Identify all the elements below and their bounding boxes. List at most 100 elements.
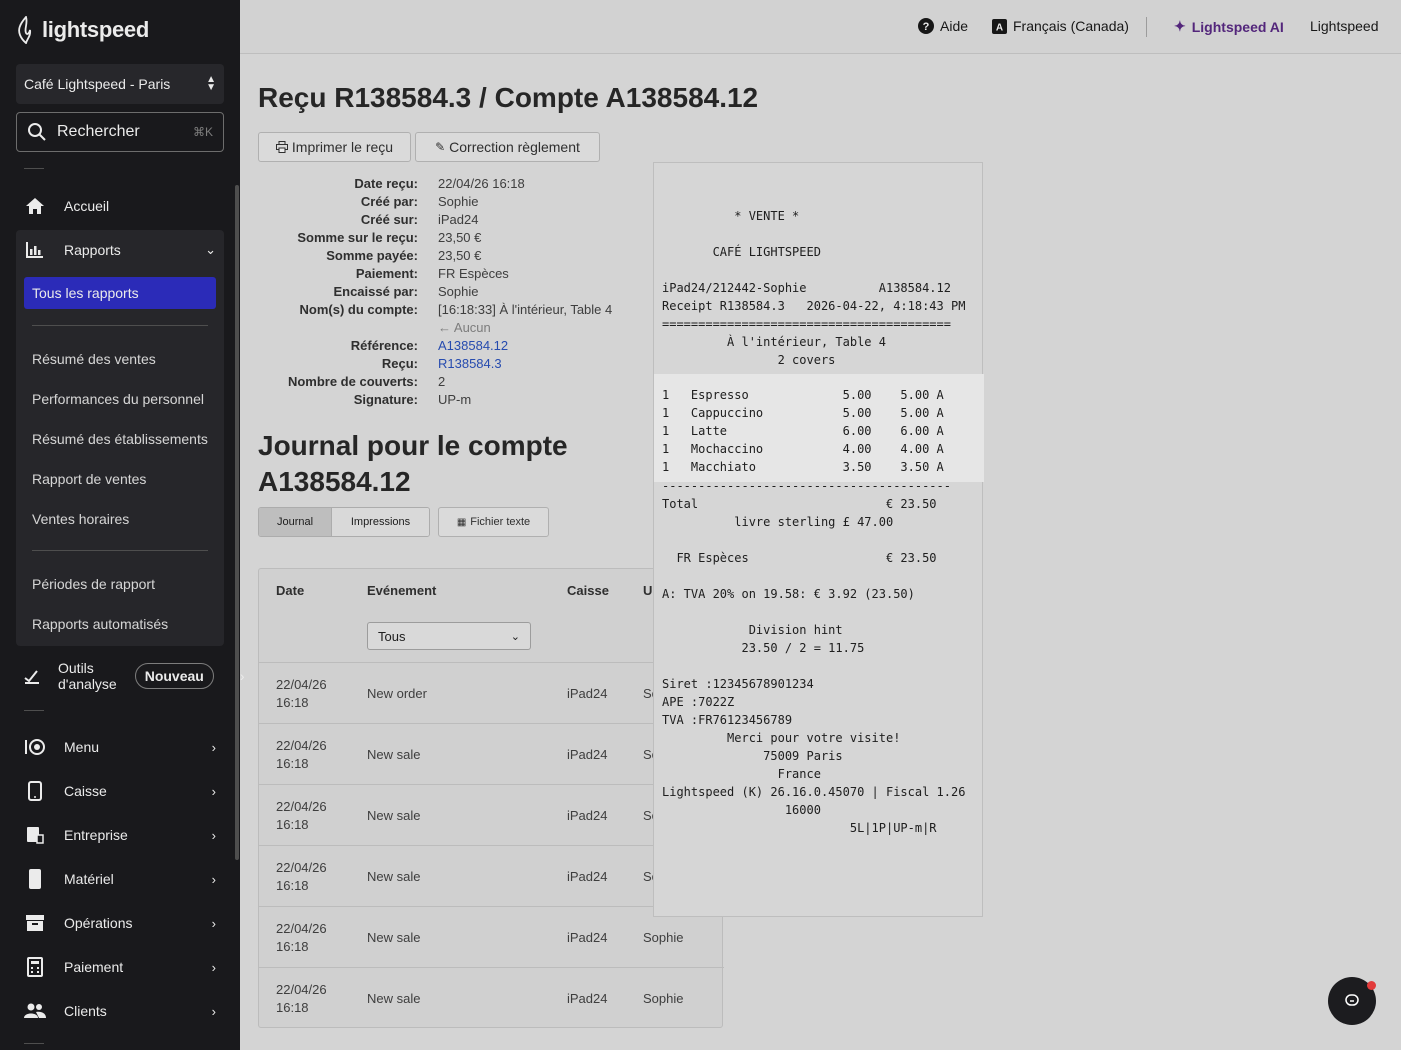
search-label: Rechercher	[57, 123, 140, 140]
search-input[interactable]: Rechercher ⌘K	[16, 112, 224, 152]
detail-row: Référence: A138584.12	[258, 338, 638, 356]
detail-row: Créé par: Sophie	[258, 194, 638, 212]
receipt-line: Siret :12345678901234	[662, 677, 814, 691]
calendar-icon: ▦	[456, 516, 467, 528]
search-shortcut: ⌘K	[192, 125, 213, 139]
sidebar-scrollbar[interactable]	[235, 185, 239, 860]
sub-hourly-sales[interactable]: Ventes horaires	[32, 511, 129, 527]
tab-prints[interactable]: Impressions	[332, 508, 429, 536]
printer-icon	[275, 141, 288, 153]
new-badge: Nouveau	[134, 663, 214, 689]
detail-row: Nom(s) du compte: [16:18:33] À l'intérieu…	[258, 302, 638, 320]
col-user[interactable]: U	[643, 583, 652, 598]
detail-link[interactable]: R138584.3	[438, 356, 502, 374]
svg-text:?: ?	[923, 21, 930, 33]
sub-automated-reports[interactable]: Rapports automatisés	[32, 616, 168, 632]
receipt-line: 75009 Paris	[662, 749, 843, 763]
sparkle-icon: ✦	[1174, 18, 1186, 34]
language-selector[interactable]: A Français (Canada)	[992, 18, 1129, 34]
receipt-line: Merci pour votre visite!	[662, 731, 901, 745]
receipt-line: 1 Cappuccino 5.00 5.00 A	[662, 406, 944, 420]
col-date[interactable]: Date	[276, 583, 304, 598]
row-date: 22/04/26	[276, 738, 327, 753]
store-name: Café Lightspeed - Paris	[24, 76, 171, 92]
detail-value[interactable]: ← Aucun	[438, 320, 491, 338]
sub-establishment-summary[interactable]: Résumé des établissements	[32, 431, 208, 447]
receipt-line: 1 Espresso 5.00 5.00 A	[662, 388, 944, 402]
detail-row: Somme sur le reçu: 23,50 €	[258, 230, 638, 248]
table-row[interactable]: 22/04/26 16:18 New sale iPad24 Sophie	[259, 967, 724, 1028]
row-time: 16:18	[276, 695, 309, 710]
sub-all-reports-label: Tous les rapports	[32, 285, 139, 301]
detail-link[interactable]: A138584.12	[438, 338, 508, 356]
detail-value: Sophie	[438, 284, 479, 299]
nav-hardware[interactable]: Matériel ›	[24, 867, 216, 891]
nav-analytics[interactable]: Outils d'analyse Nouveau ›	[24, 660, 245, 692]
sub-report-periods[interactable]: Périodes de rapport	[32, 576, 155, 592]
bar-chart-icon	[24, 239, 46, 261]
detail-key: Date reçu:	[354, 176, 418, 191]
row-date: 22/04/26	[276, 921, 327, 936]
print-receipt-label: Imprimer le reçu	[291, 139, 394, 155]
receipt-line: TVA :FR76123456789	[662, 713, 793, 727]
brand-logo[interactable]: lightspeed	[16, 16, 149, 44]
nav-home[interactable]: Accueil	[24, 194, 216, 218]
journal-title: Journal pour le compte A138584.12	[258, 430, 568, 497]
receipt-line: iPad24/212442-Sophie A138584.12	[662, 281, 951, 295]
chevron-right-icon: ›	[211, 739, 216, 755]
top-bar: ? Aide A Français (Canada) ✦ Lightspeed …	[240, 0, 1401, 54]
nav-register-label: Caisse	[64, 783, 107, 799]
payment-correction-button[interactable]: ✎ Correction règlement	[415, 132, 600, 162]
tablet-icon	[24, 780, 46, 802]
tab-journal[interactable]: Journal	[259, 508, 332, 536]
archive-icon	[24, 912, 46, 934]
row-event: New sale	[367, 991, 421, 1006]
nav-menu[interactable]: Menu ›	[24, 735, 216, 759]
row-user: Sophie	[643, 930, 684, 945]
text-file-button[interactable]: ▦ Fichier texte	[438, 507, 549, 537]
event-filter-select[interactable]: Tous ⌄	[367, 622, 531, 650]
detail-key: Signature:	[353, 392, 418, 407]
receipt-line: 1 Macchiato 3.50 3.50 A	[662, 460, 944, 474]
nav-payment[interactable]: Paiement ›	[24, 955, 216, 979]
document-icon	[24, 824, 46, 846]
receipt-line: France	[662, 767, 821, 781]
help-label: Aide	[940, 18, 969, 34]
chevron-down-icon: ⌄	[205, 242, 216, 257]
print-receipt-button[interactable]: Imprimer le reçu	[258, 132, 411, 162]
brand-name: lightspeed	[42, 17, 150, 42]
row-time: 16:18	[276, 817, 309, 832]
detail-value: Sophie	[438, 194, 479, 209]
sub-staff-performance[interactable]: Performances du personnel	[32, 391, 204, 407]
detail-key: Paiement:	[355, 266, 418, 281]
detail-row: Signature: UP-m	[258, 392, 638, 410]
account-menu[interactable]: Lightspeed	[1310, 18, 1379, 34]
receipt-line: * VENTE *	[662, 209, 800, 223]
help-link[interactable]: ? Aide	[918, 18, 968, 34]
row-register: iPad24	[567, 747, 608, 762]
divider	[24, 1043, 44, 1044]
col-event[interactable]: Evénement	[367, 583, 436, 598]
sidebar: lightspeed Café Lightspeed - Paris ▲ ▼ Re…	[0, 0, 245, 1050]
nav-operations[interactable]: Opérations ›	[24, 911, 216, 935]
sub-all-reports[interactable]: Tous les rapports	[24, 277, 216, 309]
store-selector[interactable]: Café Lightspeed - Paris ▲ ▼	[16, 64, 224, 104]
nav-analytics-label: Outils d'analyse	[58, 660, 117, 692]
col-register[interactable]: Caisse	[567, 583, 609, 598]
chevron-right-icon: ›	[211, 783, 216, 799]
chevron-right-icon: ›	[211, 959, 216, 975]
nav-clients-label: Clients	[64, 1003, 107, 1019]
nav-clients[interactable]: Clients ›	[24, 999, 216, 1023]
lightspeed-ai-button[interactable]: ✦ Lightspeed AI	[1174, 18, 1284, 35]
pencil-icon: ✎	[435, 140, 446, 154]
menu-book-icon	[24, 736, 46, 758]
detail-value: UP-m	[438, 392, 472, 407]
detail-row: Créé sur: iPad24	[258, 212, 638, 230]
detail-row: ← Aucun	[258, 320, 638, 338]
nav-register[interactable]: Caisse ›	[24, 779, 216, 803]
nav-reports[interactable]: Rapports ⌄	[24, 238, 216, 262]
sub-sales-summary[interactable]: Résumé des ventes	[32, 351, 156, 367]
nav-business[interactable]: Entreprise ›	[24, 823, 216, 847]
sub-sales-report[interactable]: Rapport de ventes	[32, 471, 146, 487]
row-register: iPad24	[567, 991, 608, 1006]
